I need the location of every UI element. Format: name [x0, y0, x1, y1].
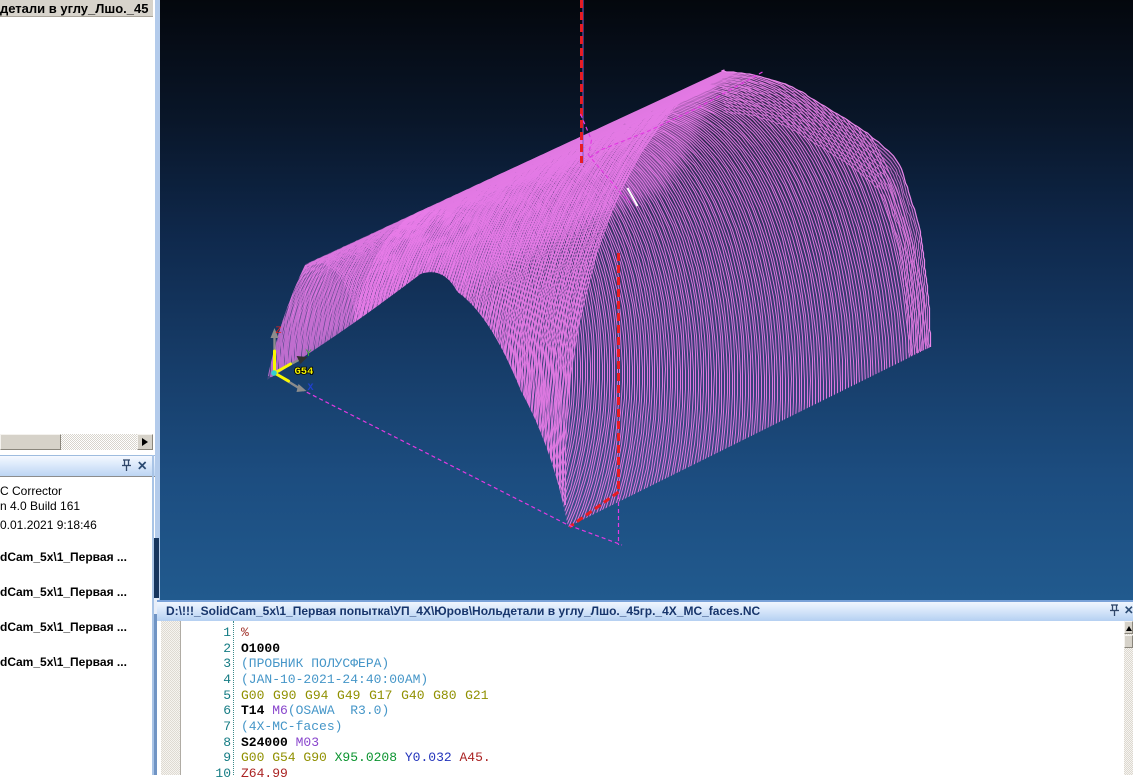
svg-text:X: X	[307, 383, 313, 394]
svg-text:Y: Y	[305, 349, 311, 360]
svg-text:Z: Z	[275, 326, 281, 337]
svg-text:G54: G54	[294, 366, 313, 378]
